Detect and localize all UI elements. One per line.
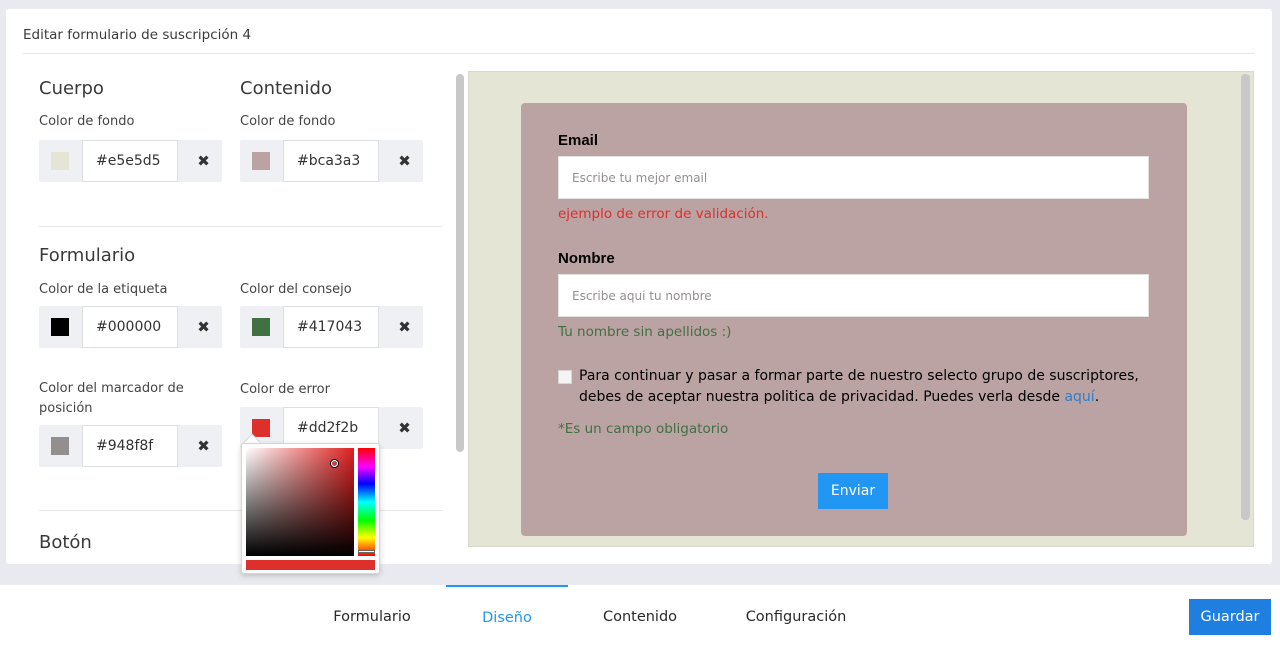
label-color-swatch[interactable] bbox=[51, 318, 69, 336]
email-label: Email bbox=[558, 132, 599, 149]
placeholder-color-swatch[interactable] bbox=[51, 437, 69, 455]
page-title: Editar formulario de suscripción 4 bbox=[23, 9, 1255, 54]
label-color-field: ✖ bbox=[39, 306, 222, 348]
hue-handle[interactable] bbox=[358, 550, 375, 553]
tab-contenido[interactable]: Contenido bbox=[592, 585, 688, 646]
content-bg-swatch[interactable] bbox=[252, 152, 270, 170]
placeholder-color-field: ✖ bbox=[39, 425, 222, 467]
consent-text: Para continuar y pasar a formar parte de… bbox=[579, 368, 1139, 405]
privacy-consent-text: Para continuar y pasar a formar parte de… bbox=[579, 366, 1139, 408]
submit-button[interactable]: Enviar bbox=[818, 473, 888, 509]
email-error-text: ejemplo de error de validación. bbox=[558, 206, 769, 222]
preview-scrollbar[interactable] bbox=[1241, 74, 1250, 520]
bottom-tab-bar: Formulario Diseño Contenido Configuració… bbox=[0, 585, 1280, 646]
saturation-area[interactable] bbox=[246, 448, 354, 556]
clear-icon[interactable]: ✖ bbox=[386, 140, 423, 182]
error-color-swatch[interactable] bbox=[252, 419, 270, 437]
hint-color-label: Color del consejo bbox=[240, 282, 352, 297]
name-label: Nombre bbox=[558, 250, 615, 267]
placeholder-color-input[interactable] bbox=[82, 425, 178, 467]
body-bg-color-field: ✖ bbox=[39, 140, 222, 182]
tab-formulario[interactable]: Formulario bbox=[322, 585, 422, 646]
section-title-form: Formulario bbox=[39, 245, 136, 266]
color-picker bbox=[241, 443, 380, 574]
required-note: *Es un campo obligatorio bbox=[558, 421, 729, 437]
body-bg-swatch[interactable] bbox=[51, 152, 69, 170]
hint-color-input[interactable] bbox=[283, 306, 379, 348]
email-input[interactable] bbox=[558, 156, 1149, 199]
section-title-content: Contenido bbox=[240, 78, 332, 99]
body-bg-color-input[interactable] bbox=[82, 140, 178, 182]
tab-configuracion[interactable]: Configuración bbox=[734, 585, 858, 646]
error-color-label: Color de error bbox=[240, 382, 330, 397]
design-settings-panel: Cuerpo Color de fondo ✖ Contenido Color … bbox=[6, 55, 452, 564]
hue-slider[interactable] bbox=[358, 448, 375, 556]
clear-icon[interactable]: ✖ bbox=[185, 140, 222, 182]
content-bg-label: Color de fondo bbox=[240, 114, 336, 129]
content-bg-color-field: ✖ bbox=[240, 140, 423, 182]
form-preview: Email ejemplo de error de validación. No… bbox=[468, 71, 1254, 547]
privacy-link[interactable]: aquí bbox=[1064, 389, 1094, 405]
saturation-handle[interactable] bbox=[331, 460, 338, 467]
hint-color-field: ✖ bbox=[240, 306, 423, 348]
label-color-input[interactable] bbox=[82, 306, 178, 348]
section-title-button: Botón bbox=[39, 532, 92, 553]
content-bg-color-input[interactable] bbox=[283, 140, 379, 182]
name-hint-text: Tu nombre sin apellidos :) bbox=[558, 324, 732, 340]
clear-icon[interactable]: ✖ bbox=[386, 306, 423, 348]
selected-color-preview bbox=[246, 560, 375, 570]
privacy-checkbox[interactable] bbox=[558, 370, 572, 384]
body-bg-label: Color de fondo bbox=[39, 114, 135, 129]
label-color-label: Color de la etiqueta bbox=[39, 282, 168, 297]
clear-icon[interactable]: ✖ bbox=[386, 407, 423, 449]
name-input[interactable] bbox=[558, 274, 1149, 317]
form-preview-box: Email ejemplo de error de validación. No… bbox=[521, 103, 1187, 536]
clear-icon[interactable]: ✖ bbox=[185, 425, 222, 467]
save-button[interactable]: Guardar bbox=[1189, 599, 1271, 635]
consent-end: . bbox=[1094, 389, 1100, 405]
clear-icon[interactable]: ✖ bbox=[185, 306, 222, 348]
hint-color-swatch[interactable] bbox=[252, 318, 270, 336]
tab-diseno[interactable]: Diseño bbox=[446, 585, 568, 646]
settings-scrollbar[interactable] bbox=[456, 74, 464, 452]
placeholder-color-label: Color del marcador de posición bbox=[39, 381, 184, 416]
divider bbox=[39, 226, 442, 227]
section-title-body: Cuerpo bbox=[39, 78, 104, 99]
